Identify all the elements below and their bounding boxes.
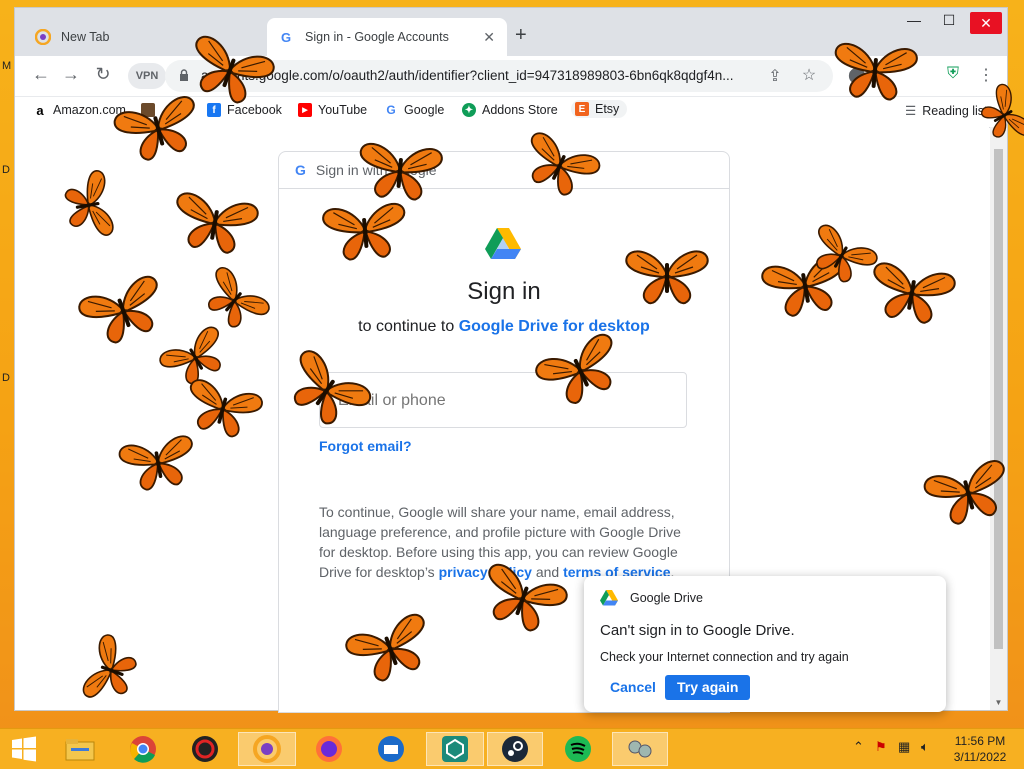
steam-icon[interactable] [487, 732, 543, 766]
vpn-browser-taskbar-icon[interactable] [238, 732, 296, 766]
butterflies-overlay [61, 32, 1024, 710]
teal-app-icon[interactable] [426, 732, 484, 766]
clock[interactable]: 11:56 PM 3/11/2022 [950, 733, 1010, 765]
chevron-up-icon[interactable]: ⌃ [853, 739, 864, 755]
firefox-icon[interactable] [307, 732, 351, 766]
spotify-icon[interactable] [556, 732, 600, 766]
start-button[interactable] [2, 732, 46, 766]
volume-icon[interactable]: 🔈︎ [921, 739, 929, 755]
clock-date: 3/11/2022 [953, 750, 1007, 764]
clock-time: 11:56 PM [954, 734, 1006, 748]
red-app-icon[interactable] [183, 732, 227, 766]
network-icon[interactable]: ▦ [898, 739, 910, 755]
chrome-icon[interactable] [121, 732, 165, 766]
thunderbird-icon[interactable] [369, 732, 413, 766]
action-center-icon[interactable]: ⚑ [875, 739, 887, 755]
network-app-icon[interactable] [612, 732, 668, 766]
windows-icon [12, 736, 36, 762]
taskbar: ⌃ ⚑ ▦ 🔈︎ 11:56 PM 3/11/2022 [0, 728, 1024, 769]
file-explorer-icon[interactable] [58, 732, 102, 766]
